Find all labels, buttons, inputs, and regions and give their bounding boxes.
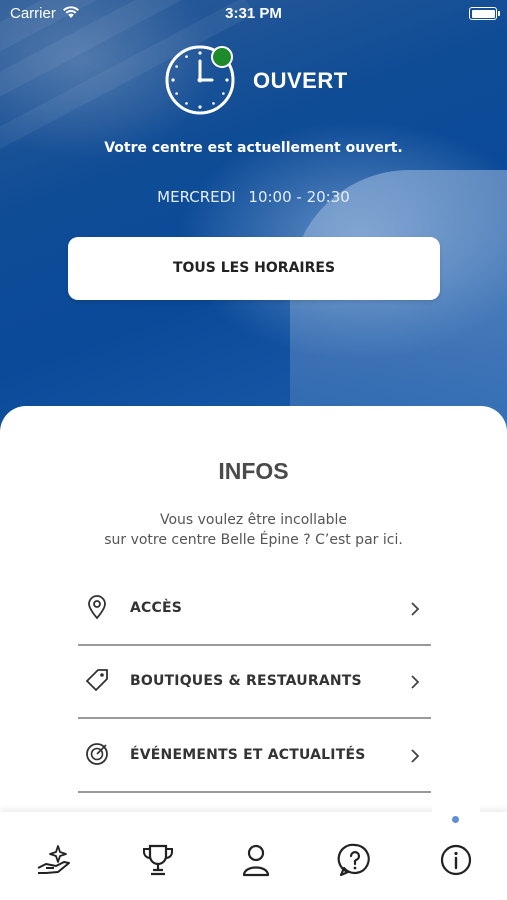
tab-offers[interactable] <box>34 840 74 880</box>
today-hours: MERCREDI 10:00 - 20:30 <box>0 188 507 206</box>
open-status-dot <box>211 46 233 68</box>
hero-background <box>0 0 507 440</box>
user-icon <box>242 844 270 877</box>
info-card: INFOS Vous voulez être incollable sur vo… <box>0 406 507 826</box>
chevron-right-icon <box>409 673 421 691</box>
info-item-label: ACCÈS <box>130 600 183 616</box>
tag-icon <box>84 667 110 693</box>
tab-bar <box>0 796 507 900</box>
location-pin-icon <box>84 594 110 620</box>
info-item-label: ÉVÉNEMENTS ET ACTUALITÉS <box>130 747 366 763</box>
open-message: Votre centre est actuellement ouvert. <box>104 140 403 156</box>
battery-icon <box>469 7 500 20</box>
chevron-right-icon <box>409 747 421 765</box>
tab-help[interactable] <box>335 840 375 880</box>
tab-rewards[interactable] <box>138 840 178 880</box>
day-label: MERCREDI <box>157 188 236 206</box>
trophy-icon <box>143 844 173 876</box>
all-hours-button[interactable]: TOUS LES HORAIRES <box>68 237 440 300</box>
hours-range: 10:00 - 20:30 <box>248 188 350 206</box>
info-item-events[interactable]: ÉVÉNEMENTS ET ACTUALITÉS <box>78 721 431 793</box>
tab-info[interactable] <box>436 840 476 880</box>
open-status-label: OUVERT <box>253 68 348 93</box>
target-icon <box>84 741 110 767</box>
chevron-right-icon <box>409 600 421 618</box>
info-icon <box>440 844 472 876</box>
status-bar: Carrier 3:31 PM <box>0 0 507 30</box>
clock-time: 3:31 PM <box>225 5 282 22</box>
info-subtitle: Vous voulez être incollable sur votre ce… <box>60 510 447 550</box>
info-item-label: BOUTIQUES & RESTAURANTS <box>130 673 362 689</box>
hand-sparkle-icon <box>37 845 70 874</box>
info-title: INFOS <box>218 458 289 484</box>
help-icon <box>337 843 370 877</box>
info-subtitle-line: Vous voulez être incollable <box>159 512 348 528</box>
info-item-access[interactable]: ACCÈS <box>78 574 431 646</box>
active-tab-indicator <box>452 816 459 823</box>
tab-profile[interactable] <box>236 840 276 880</box>
info-subtitle-line: sur votre centre Belle Épine ? C’est par… <box>104 532 403 548</box>
info-item-shops[interactable]: BOUTIQUES & RESTAURANTS <box>78 647 431 719</box>
